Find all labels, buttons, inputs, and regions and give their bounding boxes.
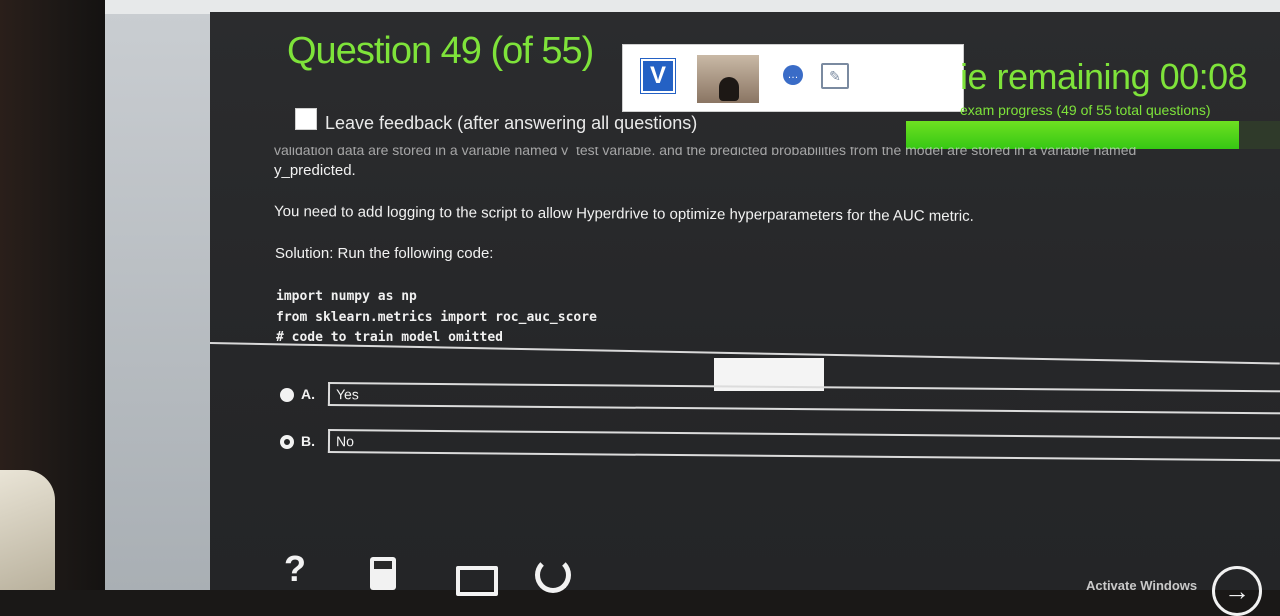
time-remaining: ie remaining 00:08	[960, 56, 1248, 97]
radio-selected-icon[interactable]	[280, 435, 294, 449]
radio-icon[interactable]	[280, 388, 294, 402]
activate-windows-watermark: Activate Windows	[1086, 578, 1198, 593]
answer-option-a[interactable]: A. Yes	[280, 382, 1280, 415]
question-truncated-line: validation data are stored in a variable…	[274, 147, 1137, 155]
feedback-checkbox[interactable]	[295, 108, 317, 130]
calculator-screen	[374, 561, 392, 569]
monitor-icon[interactable]	[456, 566, 498, 596]
solution-label: Solution: Run the following code:	[275, 245, 494, 262]
answer-option-b[interactable]: B. No	[280, 429, 1280, 462]
webcam-preview	[697, 55, 759, 103]
next-arrow-icon[interactable]: →	[1212, 566, 1262, 616]
exam-progress-fill	[906, 121, 1239, 149]
answer-letter: B.	[301, 433, 315, 449]
exam-progress-label: exam progress (49 of 55 total questions)	[960, 102, 1211, 118]
desk-background	[0, 470, 55, 590]
question-text-line-1: y_predicted.	[274, 162, 356, 179]
proctor-logo-icon: V	[641, 59, 675, 93]
proctor-overlay: V … ✎	[622, 44, 964, 112]
chat-icon[interactable]: …	[783, 65, 803, 85]
question-title: Question 49 (of 55)	[287, 30, 594, 72]
calculator-icon[interactable]	[370, 557, 396, 590]
notes-icon[interactable]: ✎	[821, 63, 849, 89]
code-line-2: from sklearn.metrics import roc_auc_scor…	[276, 310, 597, 325]
help-icon[interactable]: ?	[284, 548, 306, 590]
refresh-icon[interactable]	[535, 557, 571, 593]
exam-progress-bar	[906, 121, 1280, 149]
webcam-person	[719, 77, 739, 101]
answer-text: Yes	[335, 386, 359, 403]
answer-letter: A.	[301, 386, 315, 402]
answer-text: No	[335, 433, 354, 450]
screen-side-panel	[105, 12, 210, 590]
code-line-3: # code to train model omitted	[276, 330, 503, 345]
feedback-label: Leave feedback (after answering all ques…	[325, 113, 698, 133]
code-line-1: import numpy as np	[276, 289, 417, 304]
